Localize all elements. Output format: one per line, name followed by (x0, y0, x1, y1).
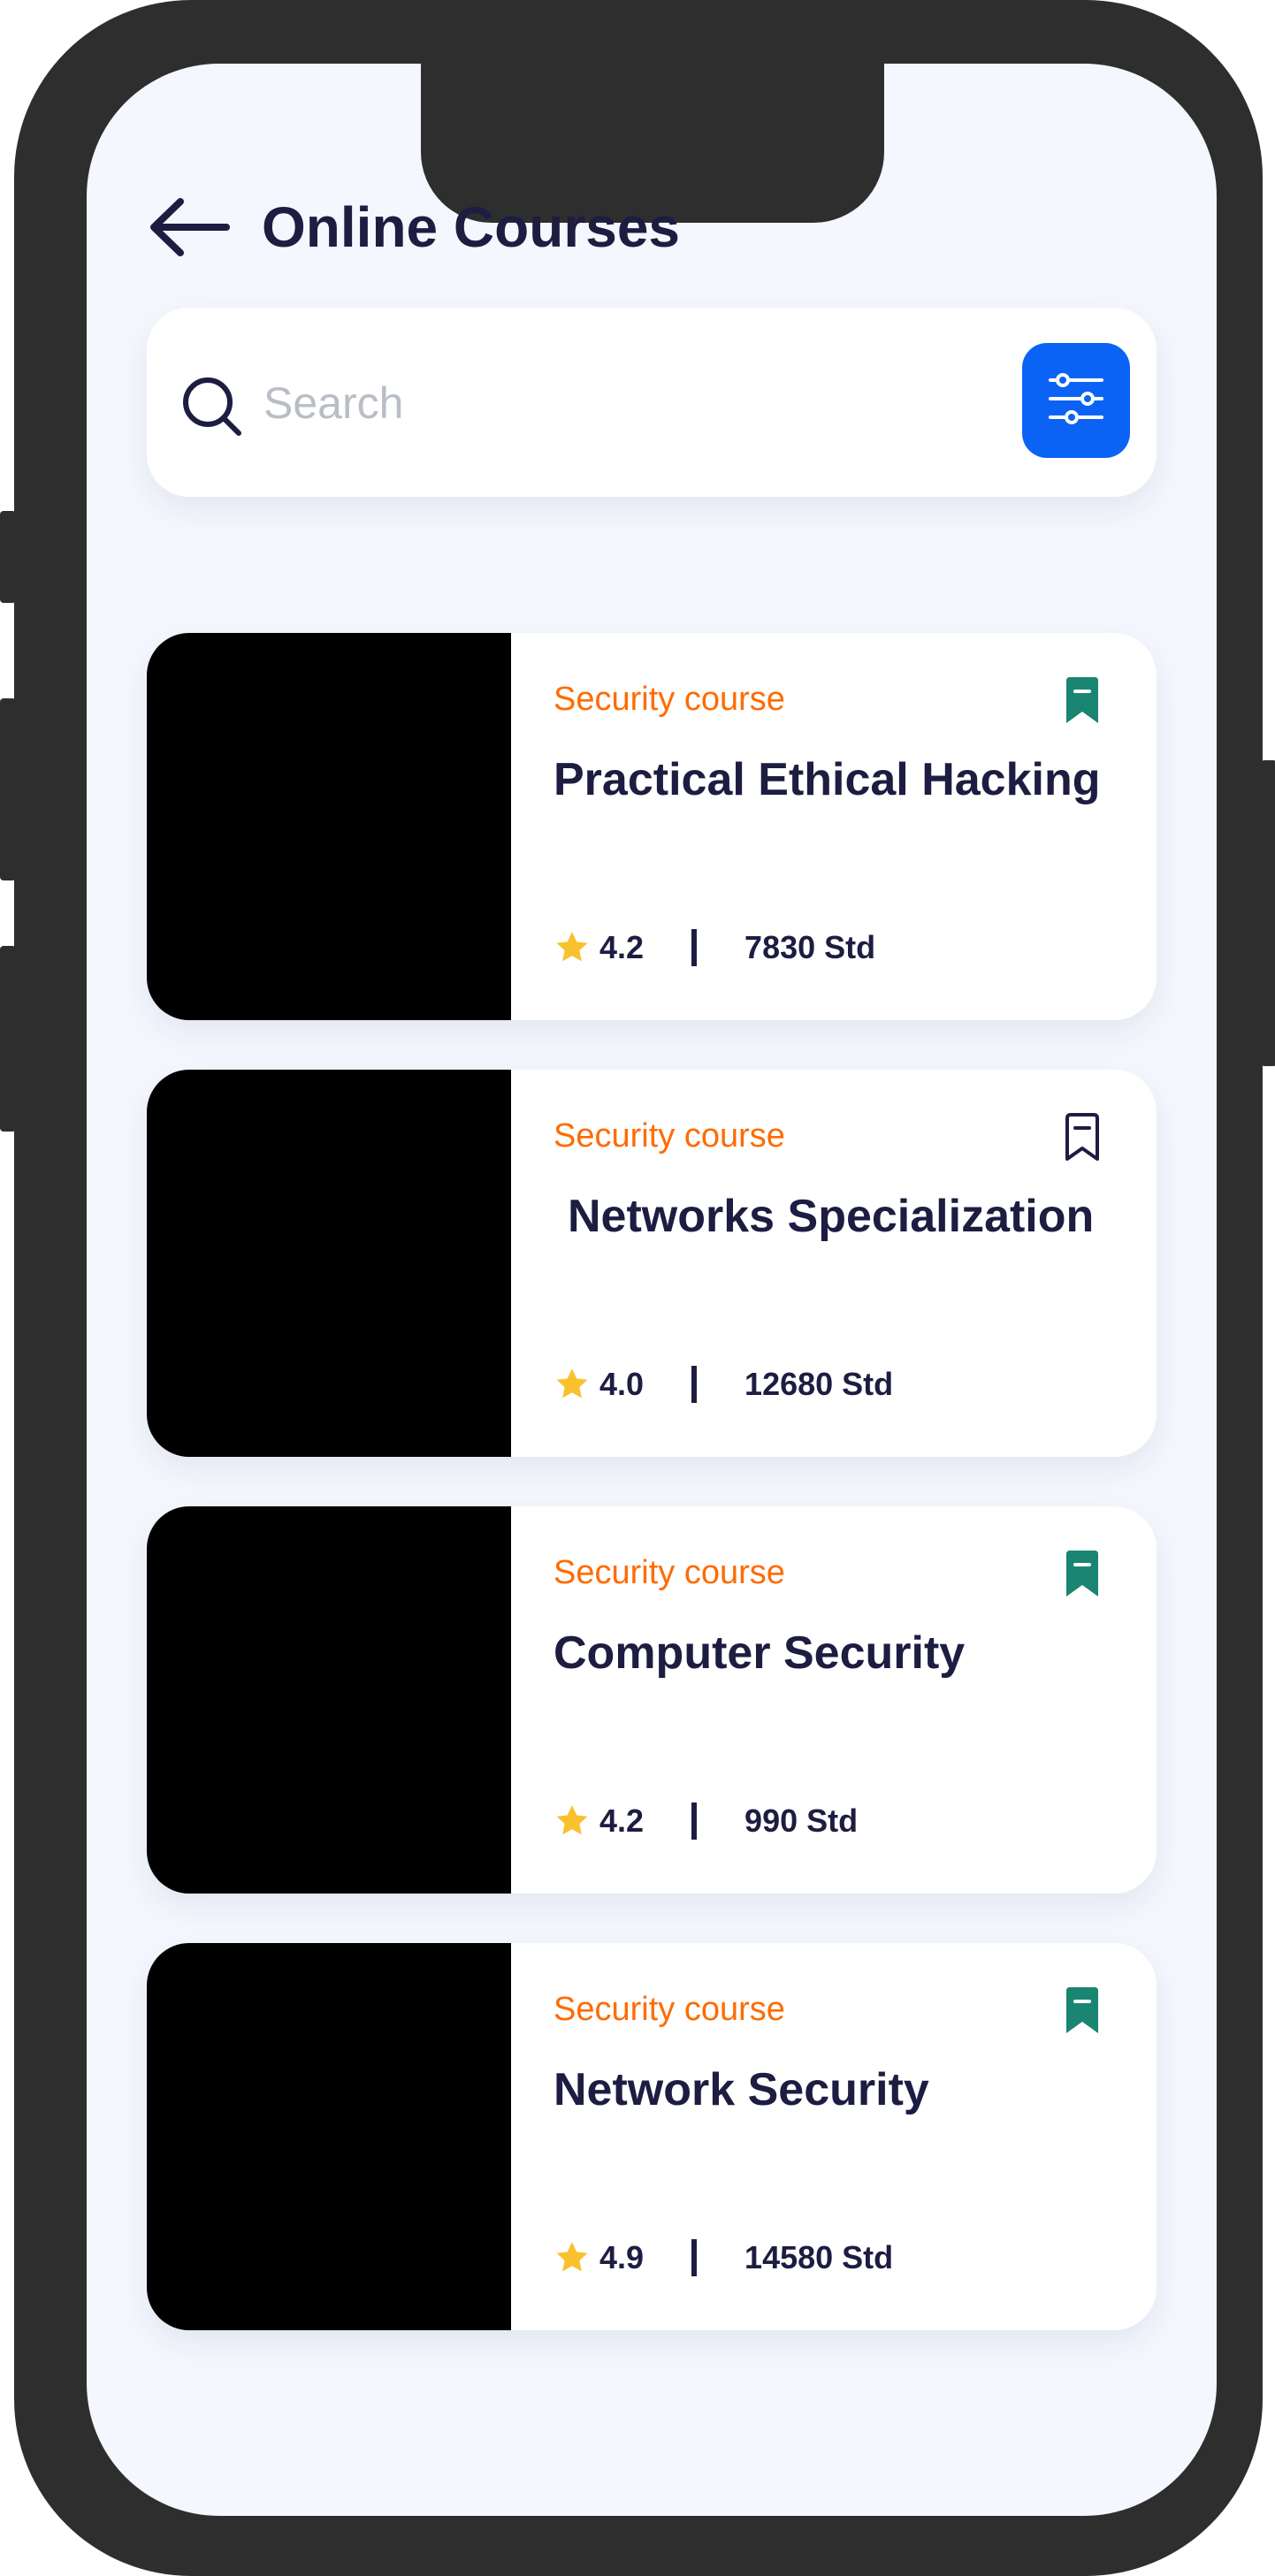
bookmark-outline-icon[interactable] (1063, 1112, 1102, 1163)
header: Online Courses (149, 179, 680, 276)
course-students: 7830 Std (744, 929, 876, 965)
course-thumbnail (147, 1506, 511, 1894)
star-icon (554, 2239, 591, 2276)
bookmark-icon[interactable] (1063, 1549, 1102, 1600)
course-thumbnail (147, 633, 511, 1020)
course-title: Network Security (554, 2064, 929, 2115)
course-students: 12680 Std (744, 1366, 894, 1402)
course-title: Computer Security (554, 1627, 966, 1679)
phone-frame: Online Courses Search Security course Pr… (0, 0, 1275, 2576)
star-icon (554, 929, 591, 966)
course-rating: 4.2 (599, 1802, 645, 1839)
divider (691, 2239, 698, 2276)
course-students: 14580 Std (744, 2239, 894, 2275)
course-meta: 4.9 14580 Std (554, 2231, 893, 2284)
course-card[interactable]: Security course Network Security 4.9 145… (147, 1943, 1157, 2330)
course-rating: 4.2 (599, 929, 645, 965)
course-meta: 4.2 7830 Std (554, 921, 875, 974)
course-rating: 4.9 (599, 2239, 645, 2275)
course-category: Security course (554, 1117, 785, 1155)
course-title: Networks Specialization (568, 1191, 1095, 1242)
power-button (1261, 760, 1275, 1066)
bookmark-icon[interactable] (1063, 675, 1102, 727)
star-icon (554, 1802, 591, 1840)
search-input[interactable] (262, 362, 973, 444)
course-card[interactable]: Security course Networks Specialization … (147, 1070, 1157, 1457)
star-icon (554, 1366, 591, 1403)
app-screen: Online Courses Search Security course Pr… (87, 64, 1217, 2516)
search-bar (147, 308, 1157, 497)
course-students: 990 Std (744, 1802, 859, 1839)
sliders-icon (1045, 368, 1107, 434)
divider (691, 929, 698, 966)
course-thumbnail (147, 1943, 511, 2330)
page-title: Online Courses (262, 195, 680, 259)
course-thumbnail (147, 1070, 511, 1457)
arrow-left-icon[interactable] (149, 192, 233, 263)
course-meta: 4.0 12680 Std (554, 1358, 893, 1411)
volume-down-button (0, 946, 16, 1132)
filter-button[interactable] (1022, 343, 1130, 458)
course-category: Security course (554, 1991, 785, 2028)
course-card[interactable]: Security course Practical Ethical Hackin… (147, 633, 1157, 1020)
course-meta: 4.2 990 Std (554, 1795, 858, 1848)
bookmark-icon[interactable] (1063, 1985, 1102, 2037)
course-category: Security course (554, 1554, 785, 1591)
divider (691, 1802, 698, 1840)
divider (691, 1366, 698, 1403)
mute-switch (0, 511, 16, 603)
course-category: Security course (554, 681, 785, 718)
search-icon (180, 375, 244, 438)
course-title: Practical Ethical Hacking (554, 754, 1101, 805)
volume-up-button (0, 698, 16, 880)
course-rating: 4.0 (599, 1366, 645, 1402)
course-card[interactable]: Security course Computer Security 4.2 99… (147, 1506, 1157, 1894)
